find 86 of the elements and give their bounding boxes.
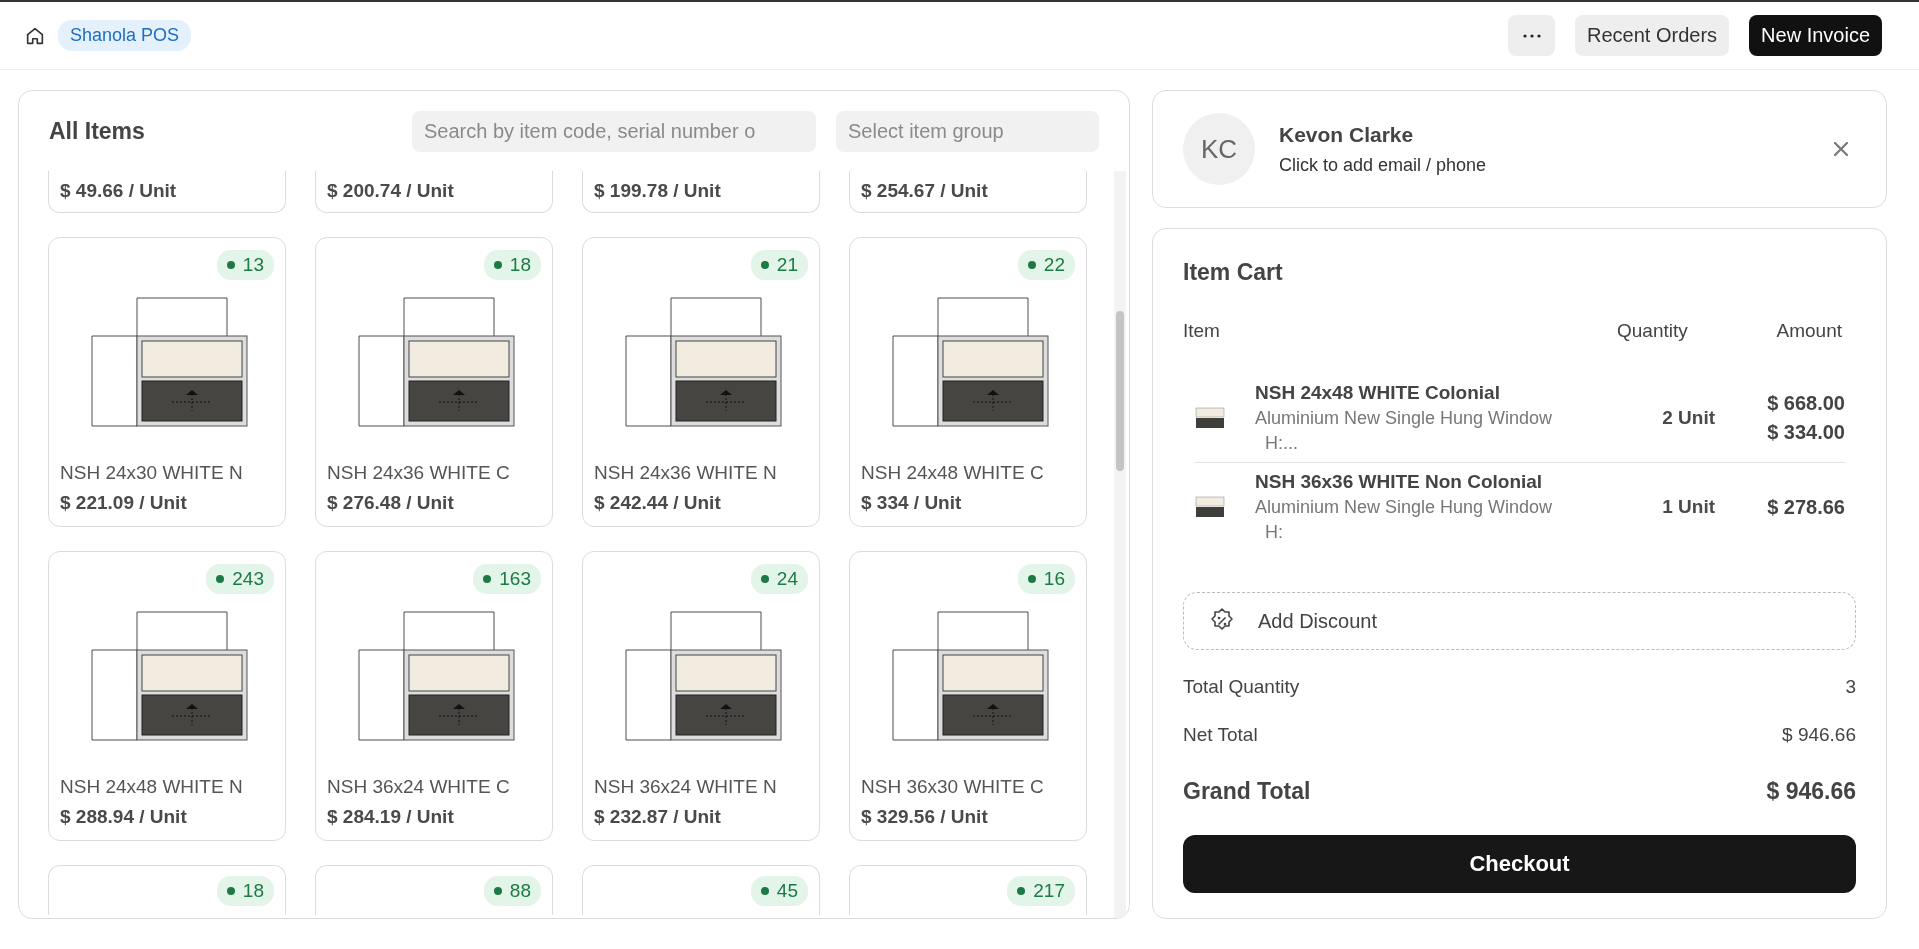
total-value: $ 946.66 bbox=[1766, 778, 1856, 805]
item-name: NSH 36x24 WHITE N bbox=[594, 776, 778, 798]
stock-badge: 16 bbox=[1017, 564, 1075, 594]
customer-avatar: KC bbox=[1183, 113, 1255, 185]
item-card[interactable]: $ 254.67 / Unit bbox=[849, 171, 1087, 213]
item-price: $ 284.19 / Unit bbox=[327, 806, 455, 828]
item-name: NSH 24x30 WHITE N bbox=[60, 462, 244, 484]
item-card[interactable]: $ 200.74 / Unit bbox=[315, 171, 553, 213]
stock-badge: 24 bbox=[750, 564, 808, 594]
stock-badge: 18 bbox=[483, 250, 541, 280]
item-name: NSH 24x36 WHITE C bbox=[327, 462, 511, 484]
cart-row[interactable]: NSH 36x36 WHITE Non Colonial Aluminium New Single Hung Window H: 1 Unit $ 278.66 bbox=[1195, 463, 1845, 551]
stock-badge: 217 bbox=[1007, 876, 1075, 906]
item-card[interactable]: 13 NSH 24x30 WHITE N $ 221.09 / Unit bbox=[48, 237, 286, 527]
item-card[interactable]: 22 NSH 24x48 WHITE C $ 334 / Unit bbox=[849, 237, 1087, 527]
item-price: $ 242.44 / Unit bbox=[594, 492, 722, 514]
cart-item-quantity: 2 Unit bbox=[1661, 407, 1715, 429]
item-card[interactable]: 45 bbox=[582, 865, 820, 915]
item-price: $ 200.74 / Unit bbox=[327, 180, 455, 202]
stock-badge: 13 bbox=[216, 250, 274, 280]
more-icon bbox=[1522, 33, 1541, 38]
cart-item-amount: $ 668.00 bbox=[1767, 392, 1845, 415]
item-price: $ 49.66 / Unit bbox=[60, 180, 178, 202]
column-header: Item bbox=[1183, 320, 1221, 342]
cart-item-description: Aluminium New Single Hung Window bbox=[1255, 497, 1554, 518]
item-price: $ 329.56 / Unit bbox=[861, 806, 989, 828]
item-card[interactable]: 217 bbox=[849, 865, 1087, 915]
cart-item-description: H:... bbox=[1264, 433, 1299, 454]
item-price: $ 232.87 / Unit bbox=[594, 806, 722, 828]
item-card[interactable]: 24 NSH 36x24 WHITE N $ 232.87 / Unit bbox=[582, 551, 820, 841]
cart-item-name: NSH 24x48 WHITE Colonial bbox=[1255, 382, 1501, 404]
window-thumbnail bbox=[1195, 406, 1225, 430]
column-header: Amount bbox=[1775, 320, 1843, 342]
item-card[interactable]: $ 199.78 / Unit bbox=[582, 171, 820, 213]
total-label: Grand Total bbox=[1183, 778, 1311, 805]
close-icon[interactable] bbox=[1834, 142, 1848, 156]
item-group-select[interactable]: Select item group bbox=[836, 110, 1099, 152]
contact-link[interactable]: Click to add email / phone bbox=[1279, 154, 1487, 176]
cart-item-description: Aluminium New Single Hung Window bbox=[1255, 408, 1554, 429]
item-card[interactable]: $ 49.66 / Unit bbox=[48, 171, 286, 213]
item-name: NSH 24x48 WHITE N bbox=[60, 776, 244, 798]
item-name: NSH 36x24 WHITE C bbox=[327, 776, 511, 798]
cart-item-quantity: 1 Unit bbox=[1661, 496, 1715, 518]
column-header: Quantity bbox=[1617, 320, 1689, 342]
cart-item-description: H: bbox=[1264, 522, 1284, 543]
stock-badge: 163 bbox=[473, 564, 541, 594]
cart-item-name: NSH 36x36 WHITE Non Colonial bbox=[1255, 471, 1544, 493]
total-label: Net Total bbox=[1183, 724, 1258, 746]
item-card[interactable]: 243 NSH 24x48 WHITE N $ 288.94 / Unit bbox=[48, 551, 286, 841]
stock-badge: 18 bbox=[216, 876, 274, 906]
cart-item-amount: $ 334.00 bbox=[1767, 421, 1845, 444]
item-price: $ 276.48 / Unit bbox=[327, 492, 455, 514]
item-card[interactable]: 163 NSH 36x24 WHITE C $ 284.19 / Unit bbox=[315, 551, 553, 841]
header-button[interactable]: New Invoice bbox=[1749, 15, 1882, 56]
cart-row[interactable]: NSH 24x48 WHITE Colonial Aluminium New Single Hung Window H:... 2 Unit $ 668.00 $ 334.00 bbox=[1195, 374, 1845, 463]
item-name: NSH 24x36 WHITE N bbox=[594, 462, 778, 484]
checkout-button[interactable]: Checkout bbox=[1183, 835, 1856, 893]
stock-badge: 88 bbox=[483, 876, 541, 906]
item-card[interactable]: 88 bbox=[315, 865, 553, 915]
window-thumbnail bbox=[1195, 495, 1225, 519]
stock-badge: 22 bbox=[1017, 250, 1075, 280]
item-price: $ 221.09 / Unit bbox=[60, 492, 188, 514]
total-label: Total Quantity bbox=[1183, 676, 1300, 698]
search-field[interactable]: Search by item code, serial number o bbox=[412, 110, 816, 152]
add-discount-button[interactable]: Add Discount bbox=[1183, 592, 1856, 650]
item-card[interactable]: 16 NSH 36x30 WHITE C $ 329.56 / Unit bbox=[849, 551, 1087, 841]
item-card[interactable]: 21 NSH 24x36 WHITE N $ 242.44 / Unit bbox=[582, 237, 820, 527]
item-name: NSH 36x30 WHITE C bbox=[861, 776, 1045, 798]
cart-title: Item Cart bbox=[1183, 259, 1284, 286]
cart-item-amount: $ 278.66 bbox=[1767, 495, 1845, 519]
item-price: $ 254.67 / Unit bbox=[861, 180, 989, 202]
item-card[interactable]: 18 NSH 24x36 WHITE C $ 276.48 / Unit bbox=[315, 237, 553, 527]
panel-title: All Items bbox=[49, 117, 145, 145]
stock-badge: 243 bbox=[206, 564, 274, 594]
item-name: NSH 24x48 WHITE C bbox=[861, 462, 1045, 484]
header-button[interactable]: Recent Orders bbox=[1575, 15, 1730, 56]
item-price: $ 288.94 / Unit bbox=[60, 806, 188, 828]
total-value: $ 946.66 bbox=[1782, 724, 1856, 746]
customer-name: Kevon Clarke bbox=[1279, 122, 1415, 147]
stock-badge: 21 bbox=[750, 250, 808, 280]
item-card[interactable]: 18 bbox=[48, 865, 286, 915]
stock-badge: 45 bbox=[750, 876, 808, 906]
item-price: $ 199.78 / Unit bbox=[594, 180, 722, 202]
total-value: 3 bbox=[1845, 676, 1856, 698]
item-price: $ 334 / Unit bbox=[861, 492, 963, 514]
app-name-badge[interactable]: Shanola POS bbox=[58, 20, 192, 51]
